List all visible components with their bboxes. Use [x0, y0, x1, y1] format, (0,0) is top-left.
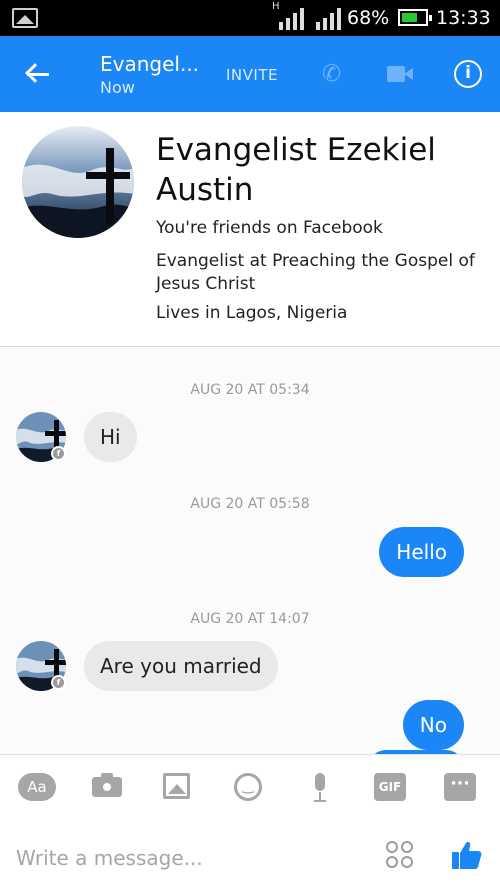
composer-toolbar: Aa ‿ GIF ··· [0, 754, 500, 888]
timestamp: AUG 20 AT 05:58 [190, 496, 310, 512]
contact-status: Now [100, 78, 135, 97]
text-format-button[interactable]: Aa [18, 773, 56, 801]
contact-name[interactable]: Evangel... [100, 52, 199, 76]
phone-icon[interactable]: ✆ [322, 62, 346, 86]
messenger-badge-icon: f [51, 675, 66, 690]
work-info: Evangelist at Preaching the Gospel of Je… [156, 251, 475, 294]
profile-name: Evangelist Ezekiel Austin [156, 132, 436, 208]
battery-icon [398, 9, 432, 26]
message-bubble-outgoing[interactable]: Hello [379, 527, 464, 577]
profile-card: Evangelist Ezekiel Austin You're friends… [0, 112, 500, 347]
message-bubble-incoming[interactable]: Hi [84, 412, 137, 462]
conversation-header: Evangel... Now INVITE ✆ i [0, 36, 500, 112]
profile-avatar[interactable] [22, 126, 134, 238]
timestamp: AUG 20 AT 05:34 [190, 382, 310, 398]
signal-icon [277, 6, 305, 30]
video-icon[interactable] [387, 65, 413, 83]
info-icon[interactable]: i [454, 60, 482, 88]
messenger-badge-icon: f [51, 446, 66, 461]
image-icon[interactable] [163, 773, 190, 799]
thumbs-up-icon[interactable] [450, 839, 482, 871]
sticker-icon[interactable] [386, 841, 414, 869]
gif-button[interactable]: GIF [374, 773, 406, 801]
timestamp: AUG 20 AT 14:07 [190, 611, 310, 627]
microphone-icon[interactable] [312, 773, 328, 803]
message-bubble-incoming[interactable]: Are you married [84, 641, 278, 691]
message-input[interactable] [16, 843, 356, 873]
back-arrow-icon[interactable] [24, 62, 52, 88]
friends-status: You're friends on Facebook [156, 218, 383, 238]
message-bubble-outgoing[interactable]: No [402, 700, 464, 750]
message-list[interactable]: AUG 20 AT 05:34 f Hi AUG 20 AT 05:58 Hel… [0, 348, 500, 754]
camera-icon[interactable] [92, 773, 122, 797]
invite-button[interactable]: INVITE [226, 66, 278, 84]
battery-percent: 68% [347, 7, 390, 29]
location-info: Lives in Lagos, Nigeria [156, 303, 348, 323]
gallery-icon [12, 8, 38, 28]
status-time: 13:33 [436, 7, 491, 29]
emoji-icon[interactable]: ‿ [234, 773, 262, 801]
more-icon[interactable]: ··· [444, 773, 476, 801]
status-bar: H 68% 13:33 [0, 0, 500, 36]
signal-icon [314, 6, 342, 30]
